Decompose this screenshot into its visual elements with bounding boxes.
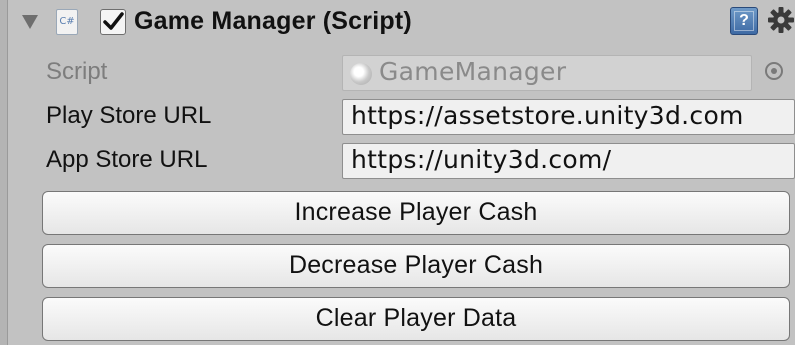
checkmark-icon	[103, 12, 124, 30]
component-enable-checkbox[interactable]	[100, 9, 126, 35]
clear-player-data-button[interactable]: Clear Player Data	[42, 297, 790, 341]
csharp-script-icon: C#	[56, 9, 78, 35]
app-store-url-row: App Store URL https://unity3d.com/	[8, 140, 795, 180]
play-store-url-label: Play Store URL	[46, 102, 212, 129]
decrease-player-cash-button[interactable]: Decrease Player Cash	[42, 244, 790, 288]
foldout-arrow-icon[interactable]	[22, 15, 38, 29]
script-field: GameManager	[342, 55, 752, 91]
increase-player-cash-button[interactable]: Increase Player Cash	[42, 191, 790, 235]
component-header[interactable]: C# Game Manager (Script) ?	[8, 0, 795, 44]
play-store-url-row: Play Store URL https://assetstore.unity3…	[8, 96, 795, 136]
play-store-url-input[interactable]: https://assetstore.unity3d.com	[342, 99, 795, 135]
app-store-url-label: App Store URL	[46, 146, 208, 173]
script-row: Script GameManager	[8, 52, 795, 92]
script-label: Script	[46, 58, 108, 85]
inspector-left-border	[0, 0, 8, 345]
object-picker-icon[interactable]	[765, 62, 783, 80]
gear-icon[interactable]	[766, 5, 795, 35]
script-asset-icon	[350, 63, 372, 85]
app-store-url-input[interactable]: https://unity3d.com/	[342, 143, 795, 179]
help-book-icon[interactable]: ?	[730, 7, 758, 35]
component-title: Game Manager (Script)	[134, 7, 412, 35]
inspector-panel: C# Game Manager (Script) ? Script GameMa…	[0, 0, 795, 345]
